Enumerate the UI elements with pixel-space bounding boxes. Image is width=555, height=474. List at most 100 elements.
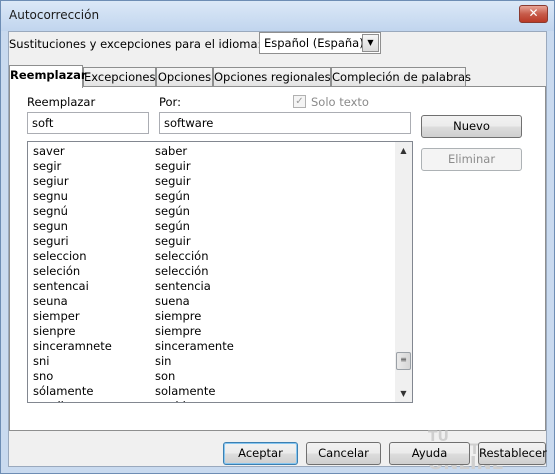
with-input[interactable]: software — [159, 112, 411, 134]
list-item-with: suena — [155, 294, 190, 308]
list-item-with: siempre — [155, 309, 202, 323]
delete-button[interactable]: Eliminar — [421, 148, 522, 171]
list-item[interactable]: seleción selección — [28, 264, 394, 279]
window-title: Autocorrección — [9, 8, 100, 22]
list-item[interactable]: sólamente solamente — [28, 384, 394, 399]
list-item-with: siempre — [155, 324, 202, 338]
language-select[interactable]: Español (España) ▼ — [259, 32, 381, 54]
tab-replace[interactable]: Reemplazar — [9, 65, 87, 88]
tab-word-completion[interactable]: Compleción de palabras — [331, 67, 471, 87]
tab-label: Opciones — [157, 70, 212, 84]
scroll-thumb[interactable]: ≡ — [396, 352, 411, 370]
with-label: Por: — [159, 95, 181, 109]
tab-options[interactable]: Opciones — [156, 67, 213, 87]
list-item-replace: sno — [33, 369, 54, 383]
list-item-with: selección — [155, 264, 209, 278]
list-item-with: seguir — [155, 159, 191, 173]
list-item[interactable]: sondio sonido — [28, 399, 394, 402]
list-item-replace: segir — [33, 159, 62, 173]
list-item-with: selección — [155, 249, 209, 263]
close-icon: ✕ — [528, 6, 539, 20]
text-only-checkbox[interactable]: ✓ — [293, 95, 306, 108]
list-item[interactable]: segiur seguir — [28, 174, 394, 189]
list-item-replace: seguri — [33, 234, 69, 248]
cancel-button-label: Cancelar — [318, 446, 369, 460]
tab-label: Reemplazar — [10, 68, 87, 82]
help-button[interactable]: Ayuda — [389, 442, 470, 465]
dialog-body: Sustituciones y excepciones para el idio… — [8, 31, 547, 473]
list-item-with: sentencia — [155, 279, 211, 293]
tab-regional-options[interactable]: Opciones regionales — [213, 67, 331, 87]
title-bar: Autocorrección ✕ — [1, 1, 554, 31]
list-item[interactable]: segir seguir — [28, 159, 394, 174]
list-item[interactable]: sentencai sentencia — [28, 279, 394, 294]
with-input-value: software — [164, 116, 214, 130]
language-label: Sustituciones y excepciones para el idio… — [9, 37, 262, 51]
list-item-with: sonido — [155, 399, 193, 402]
list-item-with: según — [155, 189, 190, 203]
list-item-replace: sentencai — [33, 279, 89, 293]
cancel-button[interactable]: Cancelar — [306, 442, 381, 465]
replace-label: Reemplazar — [27, 95, 96, 109]
list-item[interactable]: sni sin — [28, 354, 394, 369]
text-only-label: Solo texto — [311, 95, 369, 109]
list-item[interactable]: seleccion selección — [28, 249, 394, 264]
new-button[interactable]: Nuevo — [421, 115, 522, 138]
list-item-with: seguir — [155, 234, 191, 248]
close-button[interactable]: ✕ — [519, 5, 548, 23]
language-selected-value: Español (España) — [264, 36, 364, 50]
tab-label: Compleción de palabras — [332, 70, 472, 84]
accept-button-label: Aceptar — [238, 446, 283, 460]
autocorrect-dialog: Autocorrección ✕ Sustituciones y excepci… — [0, 0, 555, 474]
list-item-replace: segnú — [33, 204, 68, 218]
list-item[interactable]: seguri seguir — [28, 234, 394, 249]
list-item-with: según — [155, 204, 190, 218]
new-button-label: Nuevo — [453, 119, 490, 133]
scroll-up-icon[interactable]: ▲ — [395, 142, 412, 159]
replacement-list[interactable]: saver saber segir seguir segiur seguir segnu se… — [27, 141, 413, 403]
list-item[interactable]: segnu según — [28, 189, 394, 204]
help-button-label: Ayuda — [411, 446, 448, 460]
list-item-replace: sienpre — [33, 324, 76, 338]
dropdown-arrow-icon[interactable]: ▼ — [362, 34, 379, 52]
replace-tab-panel: Reemplazar Por: ✓ Solo texto soft softwa… — [9, 86, 546, 473]
list-item-replace: siemper — [33, 309, 80, 323]
list-item-with: saber — [155, 144, 188, 158]
list-item-with: seguir — [155, 174, 191, 188]
list-item-replace: segnu — [33, 189, 68, 203]
tab-label: Opciones regionales — [214, 70, 331, 84]
list-item[interactable]: sinceramnete sinceramente — [28, 339, 394, 354]
list-item-replace: sni — [33, 354, 50, 368]
list-item-replace: sólamente — [33, 384, 94, 398]
list-item-with: según — [155, 219, 190, 233]
list-item[interactable]: siemper siempre — [28, 309, 394, 324]
list-item[interactable]: sno son — [28, 369, 394, 384]
list-item-replace: segiur — [33, 174, 69, 188]
list-item-replace: sondio — [33, 399, 71, 402]
list-item[interactable]: saver saber — [28, 144, 394, 159]
reset-button[interactable]: Restablecer — [478, 442, 547, 465]
list-item-with: son — [155, 369, 176, 383]
tab-label: Excepciones — [84, 70, 156, 84]
list-item[interactable]: segnú según — [28, 204, 394, 219]
list-item-with: sinceramente — [155, 339, 234, 353]
replace-input[interactable]: soft — [27, 112, 149, 134]
list-item-with: sin — [155, 354, 172, 368]
list-item-replace: saver — [33, 144, 65, 158]
tab-exceptions[interactable]: Excepciones — [83, 67, 156, 87]
list-item-replace: sinceramnete — [33, 339, 112, 353]
delete-button-label: Eliminar — [447, 152, 496, 166]
list-item-replace: seleción — [33, 264, 81, 278]
replace-input-value: soft — [32, 116, 54, 130]
list-scrollbar[interactable]: ▲ ≡ ▼ — [395, 142, 412, 402]
list-item[interactable]: segun según — [28, 219, 394, 234]
scroll-down-icon[interactable]: ▼ — [395, 385, 412, 402]
list-item-replace: segun — [33, 219, 68, 233]
accept-button[interactable]: Aceptar — [223, 442, 298, 465]
list-item[interactable]: sienpre siempre — [28, 324, 394, 339]
list-item[interactable]: seuna suena — [28, 294, 394, 309]
reset-button-label: Restablecer — [479, 446, 547, 460]
list-item-replace: seuna — [33, 294, 68, 308]
list-item-replace: seleccion — [33, 249, 87, 263]
list-item-with: solamente — [155, 384, 216, 398]
